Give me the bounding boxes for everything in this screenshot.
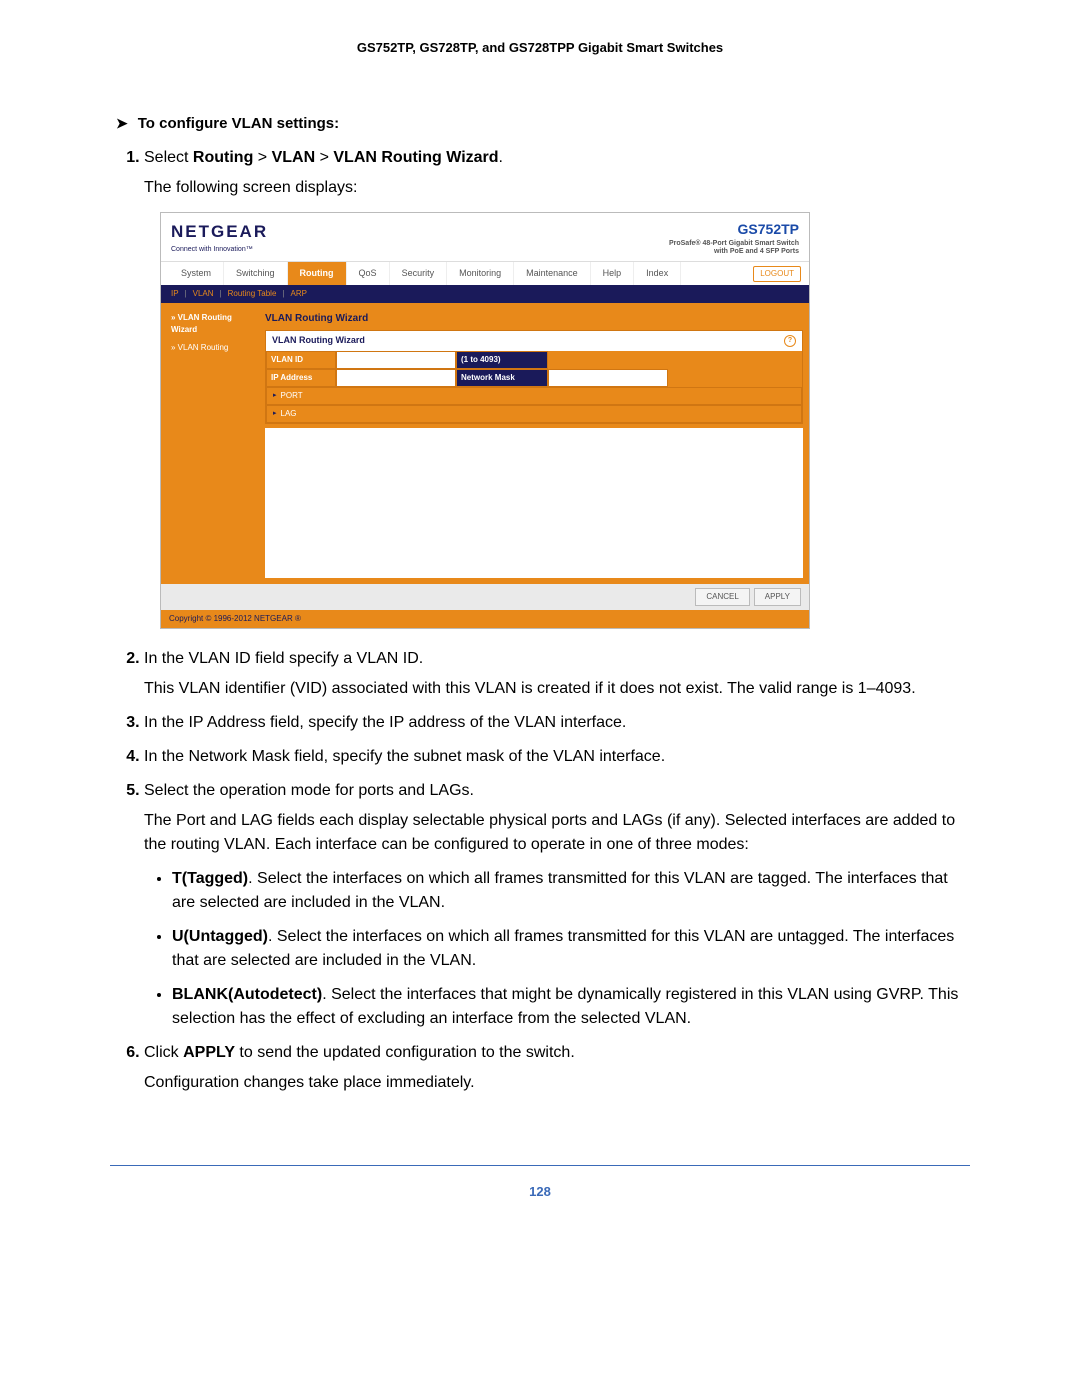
step-1-b2: VLAN <box>272 149 316 166</box>
tab-system[interactable]: System <box>169 262 224 286</box>
empty-area <box>265 428 803 578</box>
ip-address-label: IP Address <box>266 369 336 387</box>
router-screenshot: NETGEAR Connect with Innovation™ GS752TP… <box>160 212 810 629</box>
tab-index[interactable]: Index <box>634 262 681 286</box>
cancel-button[interactable]: CANCEL <box>695 588 749 606</box>
step-1-dot: . <box>499 149 503 166</box>
brand-block: NETGEAR Connect with Innovation™ <box>171 219 268 255</box>
model-block: GS752TP ProSafe® 48-Port Gigabit Smart S… <box>669 219 799 257</box>
tab-monitoring[interactable]: Monitoring <box>447 262 514 286</box>
step-2-subtext: This VLAN identifier (VID) associated wi… <box>144 677 970 701</box>
step-1-subtext: The following screen displays: <box>144 176 970 200</box>
expand-lag[interactable]: ▸ LAG <box>266 405 802 423</box>
screenshot-copyright: Copyright © 1996-2012 NETGEAR ® <box>161 610 809 628</box>
step-6-c: to send the updated configuration to the… <box>235 1044 575 1061</box>
subtab-divider: | <box>185 288 187 300</box>
form-row-ip: IP Address Network Mask <box>266 369 802 387</box>
main-tabs: System Switching Routing QoS Security Mo… <box>161 261 809 286</box>
spacer <box>548 351 668 369</box>
step-1-b3: VLAN Routing Wizard <box>333 149 498 166</box>
brand-tagline: Connect with Innovation™ <box>171 245 268 256</box>
tab-switching[interactable]: Switching <box>224 262 288 286</box>
sub-tabs: IP | VLAN | Routing Table | ARP <box>161 285 809 303</box>
form-box: VLAN Routing Wizard ? VLAN ID (1 to 4093… <box>265 330 803 424</box>
mode-untagged-text: . Select the interfaces on which all fra… <box>172 928 954 969</box>
vlan-id-input[interactable] <box>336 351 456 369</box>
mode-untagged: U(Untagged). Select the interfaces on wh… <box>172 925 970 973</box>
step-2: In the VLAN ID field specify a VLAN ID. … <box>144 647 970 701</box>
step-1: Select Routing > VLAN > VLAN Routing Wiz… <box>144 146 970 629</box>
lead-text: To configure VLAN settings: <box>138 115 339 132</box>
mode-tagged-text: . Select the interfaces on which all fra… <box>172 870 948 911</box>
expand-lag-label: LAG <box>281 408 297 420</box>
model-desc-1: ProSafe® 48-Port Gigabit Smart Switch <box>669 240 799 248</box>
step-5-subtext: The Port and LAG fields each display sel… <box>144 809 970 857</box>
model-desc-2: with PoE and 4 SFP Ports <box>669 248 799 256</box>
mode-tagged: T(Tagged). Select the interfaces on whic… <box>172 867 970 915</box>
form-box-header: VLAN Routing Wizard ? <box>266 331 802 351</box>
steps-list: Select Routing > VLAN > VLAN Routing Wiz… <box>110 146 970 1095</box>
subtab-ip[interactable]: IP <box>171 288 179 300</box>
sidebar-item-vlan-routing[interactable]: » VLAN Routing <box>167 339 259 357</box>
tab-qos[interactable]: QoS <box>347 262 390 286</box>
mode-list: T(Tagged). Select the interfaces on whic… <box>144 867 970 1031</box>
expand-port[interactable]: ▸ PORT <box>266 387 802 405</box>
help-icon[interactable]: ? <box>784 335 796 347</box>
doc-header: GS752TP, GS728TP, and GS728TPP Gigabit S… <box>110 40 970 55</box>
network-mask-label: Network Mask <box>456 369 548 387</box>
form-box-title: VLAN Routing Wizard <box>272 334 365 348</box>
subtab-divider: | <box>282 288 284 300</box>
apply-button[interactable]: APPLY <box>754 588 801 606</box>
vlan-id-note: (1 to 4093) <box>456 351 548 369</box>
step-6: Click APPLY to send the updated configur… <box>144 1041 970 1095</box>
subtab-arp[interactable]: ARP <box>290 288 306 300</box>
chevron-right-icon: ▸ <box>273 409 277 420</box>
vlan-id-label: VLAN ID <box>266 351 336 369</box>
footer-rule <box>110 1165 970 1166</box>
screenshot-header: NETGEAR Connect with Innovation™ GS752TP… <box>161 213 809 261</box>
panel-title: VLAN Routing Wizard <box>265 311 803 326</box>
model-number: GS752TP <box>669 219 799 240</box>
tab-security[interactable]: Security <box>390 262 448 286</box>
page-number: 128 <box>110 1184 970 1199</box>
expand-port-label: PORT <box>281 390 303 402</box>
tab-maintenance[interactable]: Maintenance <box>514 262 591 286</box>
step-1-sep2: > <box>315 149 333 166</box>
form-row-vlan: VLAN ID (1 to 4093) <box>266 351 802 369</box>
step-6-b: APPLY <box>183 1044 235 1061</box>
side-nav: » VLAN Routing Wizard » VLAN Routing <box>167 309 259 578</box>
subtab-vlan[interactable]: VLAN <box>193 288 214 300</box>
mode-blank-head: BLANK(Autodetect) <box>172 986 322 1003</box>
logout-button[interactable]: LOGOUT <box>753 266 801 282</box>
step-1-sep1: > <box>253 149 271 166</box>
subtab-routing-table[interactable]: Routing Table <box>228 288 277 300</box>
step-3: In the IP Address field, specify the IP … <box>144 711 970 735</box>
step-1-b1: Routing <box>193 149 253 166</box>
mode-blank: BLANK(Autodetect). Select the interfaces… <box>172 983 970 1031</box>
subtab-divider: | <box>220 288 222 300</box>
mode-tagged-head: T(Tagged) <box>172 870 248 887</box>
mode-untagged-head: U(Untagged) <box>172 928 268 945</box>
step-1-text: Select <box>144 149 193 166</box>
screenshot-footer-buttons: CANCEL APPLY <box>161 584 809 610</box>
step-5: Select the operation mode for ports and … <box>144 779 970 1031</box>
screenshot-body: » VLAN Routing Wizard » VLAN Routing VLA… <box>161 303 809 584</box>
content-panel: VLAN Routing Wizard VLAN Routing Wizard … <box>265 309 803 578</box>
step-5-text: Select the operation mode for ports and … <box>144 782 474 799</box>
chevron-right-icon: ▸ <box>273 391 277 402</box>
sidebar-item-wizard-label: VLAN Routing Wizard <box>171 313 232 334</box>
sidebar-item-wizard[interactable]: » VLAN Routing Wizard <box>167 309 259 339</box>
step-4: In the Network Mask field, specify the s… <box>144 745 970 769</box>
step-6-subtext: Configuration changes take place immedia… <box>144 1071 970 1095</box>
ip-address-input[interactable] <box>336 369 456 387</box>
sidebar-item-vlan-routing-label: VLAN Routing <box>178 343 229 352</box>
brand-name: NETGEAR <box>171 219 268 245</box>
step-6-a: Click <box>144 1044 183 1061</box>
tab-help[interactable]: Help <box>591 262 635 286</box>
step-2-text: In the VLAN ID field specify a VLAN ID. <box>144 650 423 667</box>
network-mask-input[interactable] <box>548 369 668 387</box>
section-lead: ➤ To configure VLAN settings: <box>116 115 970 132</box>
tab-routing[interactable]: Routing <box>288 262 347 286</box>
arrow-right-icon: ➤ <box>116 115 128 132</box>
